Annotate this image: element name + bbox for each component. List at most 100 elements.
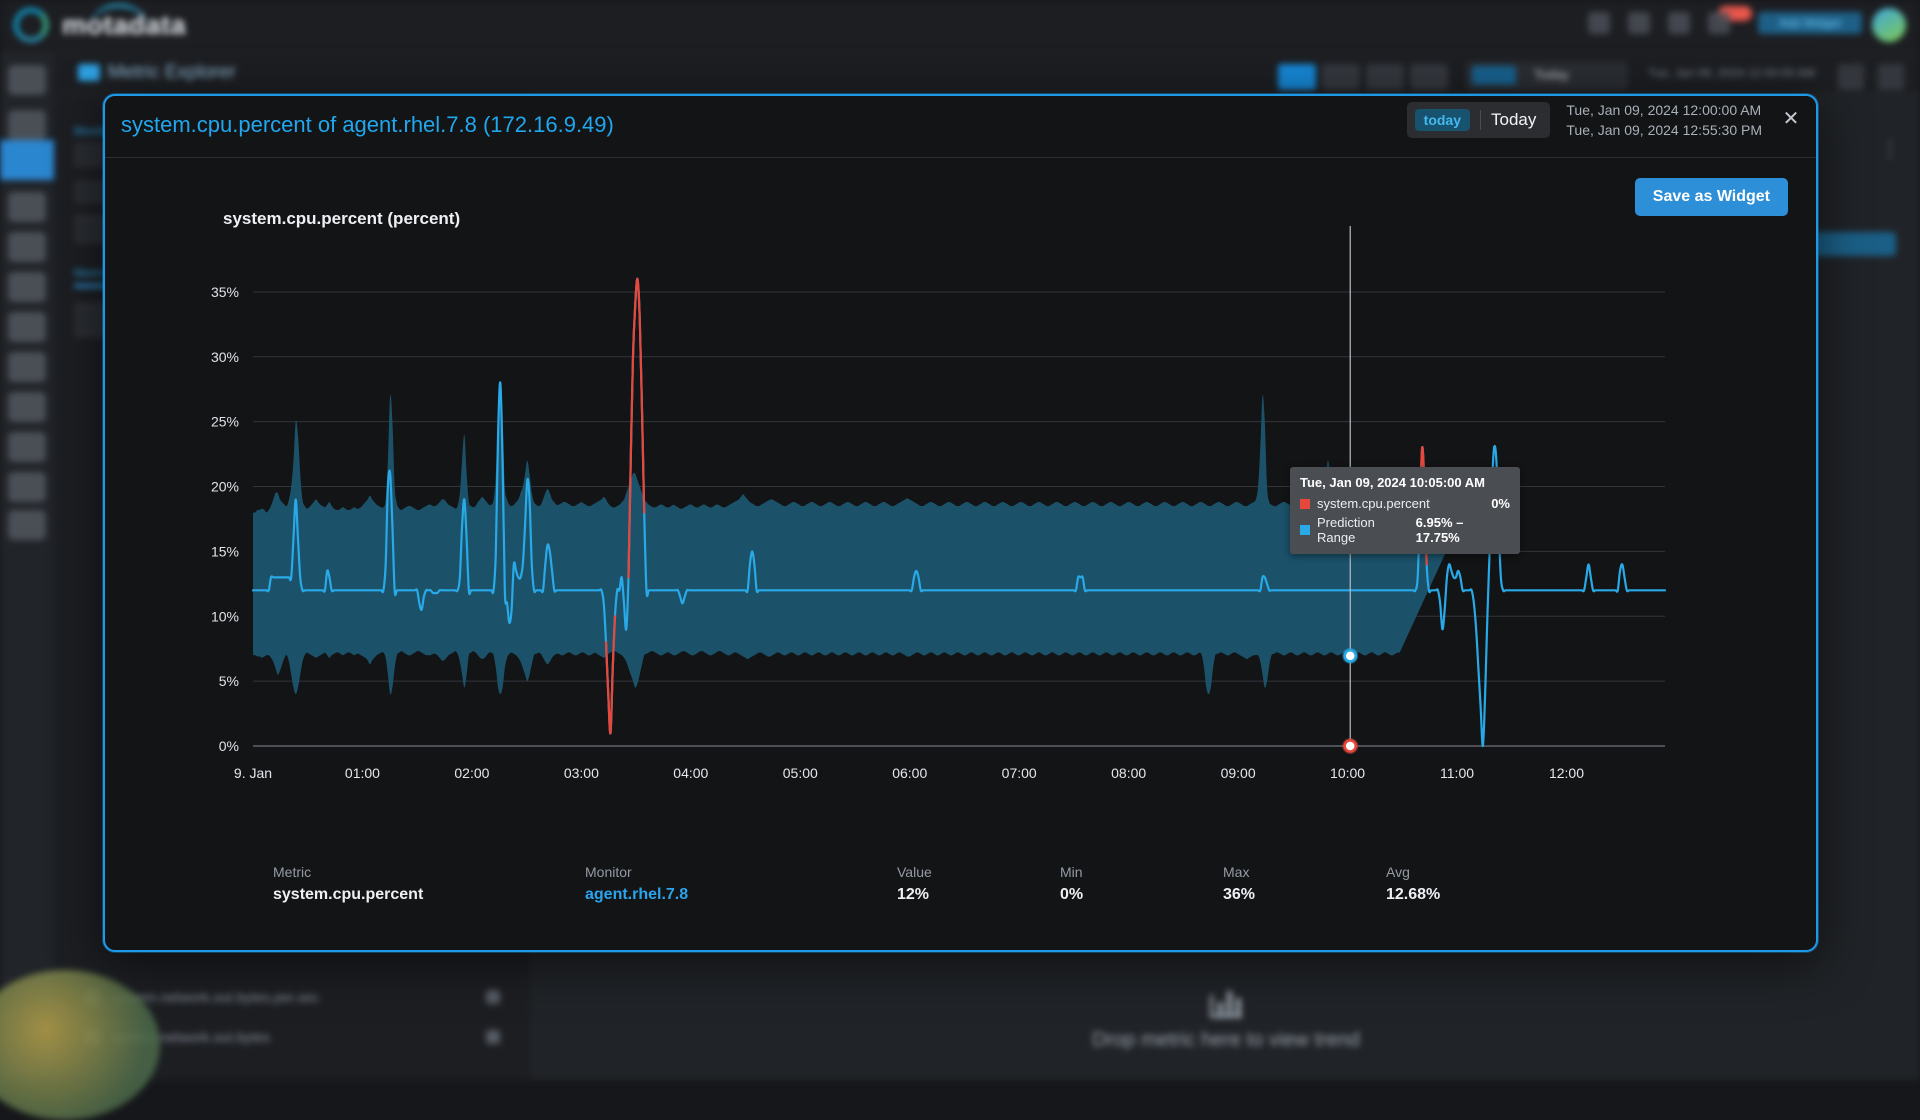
sidebar-item-network[interactable] <box>8 232 46 262</box>
y-axis-tick-label: 10% <box>211 608 239 624</box>
bar-chart-icon <box>1209 989 1243 1019</box>
x-axis-tick-label: 10:00 <box>1330 765 1365 781</box>
sidebar-item-inventory[interactable] <box>8 432 46 462</box>
sidebar-item-topology[interactable] <box>8 312 46 342</box>
modal-header-right: today Today Tue, Jan 09, 2024 12:00:00 A… <box>1407 102 1804 138</box>
stats-bar: Metricsystem.cpu.percentMonitoragent.rhe… <box>105 864 1818 924</box>
stat-label: Metric <box>273 864 423 880</box>
x-axis-tick-label: 08:00 <box>1111 765 1146 781</box>
sidebar-item-dashboard[interactable] <box>8 65 46 95</box>
prediction-range-band <box>253 383 1467 695</box>
sidebar-item-reports[interactable] <box>8 192 46 222</box>
x-axis-tick-label: 07:00 <box>1002 765 1037 781</box>
date-range-chip: today <box>1415 109 1470 131</box>
modal-header: system.cpu.percent of agent.rhel.7.8 (17… <box>105 96 1816 158</box>
tooltip-date: Tue, Jan 09, 2024 10:05:00 AM <box>1300 475 1510 490</box>
x-axis-tick-label: 09:00 <box>1221 765 1256 781</box>
x-axis-tick-label: 11:00 <box>1440 765 1474 781</box>
tasks-icon[interactable] <box>1668 12 1690 34</box>
refresh-icon[interactable] <box>1838 64 1864 90</box>
tooltip-row: Prediction Range 6.95% – 17.75% <box>1300 515 1510 545</box>
x-axis-tick-label: 12:00 <box>1549 765 1584 781</box>
sidebar-item-metric-explorer[interactable] <box>0 140 54 180</box>
drop-zone-text: Drop metric here to view trend <box>1092 1029 1360 1052</box>
y-axis-tick-label: 35% <box>211 284 239 300</box>
fullscreen-icon[interactable] <box>1878 64 1904 90</box>
stat-value: 12% <box>897 886 932 904</box>
add-icon[interactable] <box>486 1030 500 1044</box>
stat-value: 0% <box>1060 886 1083 904</box>
modal-title: system.cpu.percent of agent.rhel.7.8 (17… <box>121 112 614 138</box>
x-axis-tick-label: 06:00 <box>892 765 927 781</box>
search-icon[interactable] <box>1588 12 1610 34</box>
stat-label: Max <box>1223 864 1255 880</box>
page-title: Metric Explorer <box>108 62 236 84</box>
bell-icon[interactable] <box>1708 12 1730 34</box>
date-range-from: Tue, Jan 09, 2024 12:00:00 AM <box>1566 102 1762 118</box>
stat-label: Min <box>1060 864 1083 880</box>
tooltip-series-name: Prediction Range <box>1317 515 1416 545</box>
top-bar: motadata Add Widget <box>0 0 1920 54</box>
x-axis-tick-label: 05:00 <box>783 765 818 781</box>
chart-type-line-button[interactable] <box>1322 64 1360 90</box>
sidebar-item-monitors[interactable] <box>8 110 46 140</box>
date-range-label: Today <box>1534 67 1569 82</box>
date-range-dates: Tue, Jan 09, 2024 12:00:00 AM Tue, Jan 0… <box>1566 102 1762 138</box>
sub-bar <box>54 54 1920 94</box>
chart-type-area-button[interactable] <box>1278 64 1316 90</box>
stat-value: 36% <box>1223 886 1255 904</box>
date-range-to: Tue, Jan 09, 2024 12:55:30 PM <box>1566 122 1762 138</box>
drop-zone[interactable]: Drop metric here to view trend <box>532 960 1920 1080</box>
x-axis-tick-label: 01:00 <box>345 765 380 781</box>
series-color-swatch <box>1300 525 1310 535</box>
sidebar-item-cloud[interactable] <box>8 392 46 422</box>
stat-value: Value 12% <box>897 864 932 904</box>
divider <box>1480 110 1481 130</box>
date-range-dates: Tue, Jan 09, 2024 12:00:00 AM <box>1648 66 1815 80</box>
stat-label: Monitor <box>585 864 688 880</box>
date-range-label: Today <box>1491 110 1536 130</box>
add-icon[interactable] <box>486 990 500 1004</box>
sidebar-item-settings[interactable] <box>8 510 46 540</box>
close-icon[interactable]: ✕ <box>1778 107 1804 133</box>
stat-value[interactable]: agent.rhel.7.8 <box>585 886 688 904</box>
metric-chart[interactable]: 0% 5% 10% 15% 20% 25% 30% 35% 9. Jan 01:00 02:00 03… <box>105 226 1816 846</box>
y-axis-tick-label: 0% <box>219 738 239 754</box>
help-icon[interactable] <box>1628 12 1650 34</box>
date-range-selector[interactable]: today Today <box>1407 102 1551 138</box>
stat-min: Min 0% <box>1060 864 1083 904</box>
stat-label: Avg <box>1386 864 1440 880</box>
y-axis-tick-label: 20% <box>211 479 239 495</box>
tooltip-row: system.cpu.percent 0% <box>1300 496 1510 511</box>
date-range-chip <box>1472 66 1516 85</box>
crosshair-marker <box>1345 650 1356 661</box>
chart-type-bar-button[interactable] <box>1410 64 1448 90</box>
sidebar-item-logs[interactable] <box>8 352 46 382</box>
sidebar <box>0 0 54 1080</box>
stat-value: 12.68% <box>1386 886 1440 904</box>
chart-tooltip: Tue, Jan 09, 2024 10:05:00 AM system.cpu… <box>1290 467 1520 554</box>
sidebar-item-alerts[interactable] <box>8 272 46 302</box>
y-axis-tick-label: 5% <box>219 673 239 689</box>
x-axis-tick-label: 04:00 <box>673 765 708 781</box>
save-as-widget-button[interactable]: Save as Widget <box>1635 178 1788 216</box>
app-logo: motadata <box>62 10 186 41</box>
stat-max: Max 36% <box>1223 864 1255 904</box>
y-axis-tick-label: 15% <box>211 543 239 559</box>
y-axis-tick-label: 25% <box>211 414 239 430</box>
crosshair-marker <box>1345 741 1356 752</box>
tooltip-series-value: 0% <box>1491 496 1510 511</box>
x-axis-tick-label: 9. Jan <box>234 765 272 781</box>
x-axis-tick-label: 03:00 <box>564 765 599 781</box>
tooltip-series-value: 6.95% – 17.75% <box>1416 515 1510 545</box>
chart-type-scatter-button[interactable] <box>1366 64 1404 90</box>
tooltip-series-name: system.cpu.percent <box>1317 496 1491 511</box>
stat-label: Value <box>897 864 932 880</box>
stat-monitor: Monitor agent.rhel.7.8 <box>585 864 688 904</box>
canvas-menu-icon[interactable]: ⋮ <box>1880 136 1902 161</box>
sidebar-item-documents[interactable] <box>8 472 46 502</box>
y-axis-tick-label: 30% <box>211 349 239 365</box>
x-axis-tick-label: 02:00 <box>454 765 489 781</box>
logo-ring-icon <box>14 8 48 42</box>
stat-avg: Avg 12.68% <box>1386 864 1440 904</box>
